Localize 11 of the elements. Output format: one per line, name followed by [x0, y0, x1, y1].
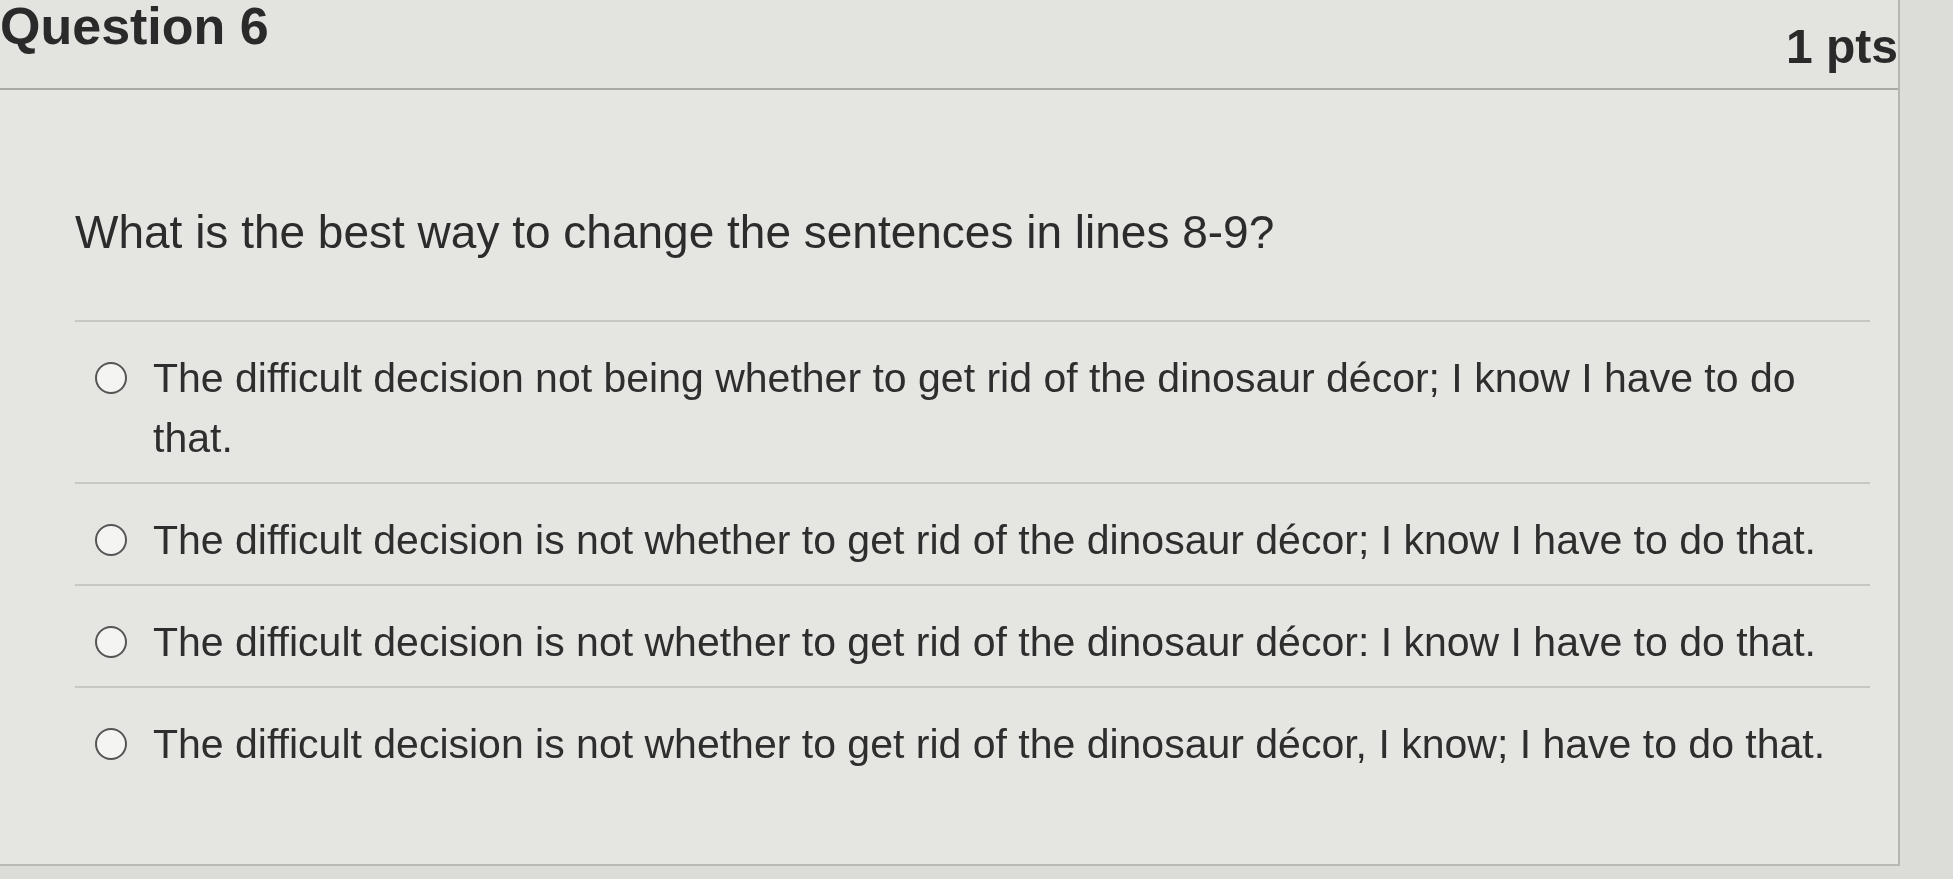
answer-text: The difficult decision is not whether to get rid of the dinosaur décor, I know; I have to do that. — [153, 720, 1826, 769]
radio-button[interactable] — [95, 362, 127, 394]
radio-button[interactable] — [95, 728, 127, 760]
points-label: 1 pts — [1785, 22, 1898, 72]
answer-text: The difficult decision is not whether to get rid of the dinosaur décor; I know I have to do that. — [153, 516, 1816, 565]
radio-button[interactable] — [95, 524, 127, 556]
answer-text: The difficult decision not being whether to get rid of the dinosaur décor; I know I have to do that. — [153, 354, 1797, 463]
question-prompt: What is the best way to change the sentences in lines 8-9? — [75, 206, 1276, 258]
radio-button[interactable] — [95, 626, 127, 658]
question-title: Question 6 — [0, 0, 269, 52]
answer-text: The difficult decision is not whether to get rid of the dinosaur décor: I know I have to do that. — [153, 618, 1816, 667]
